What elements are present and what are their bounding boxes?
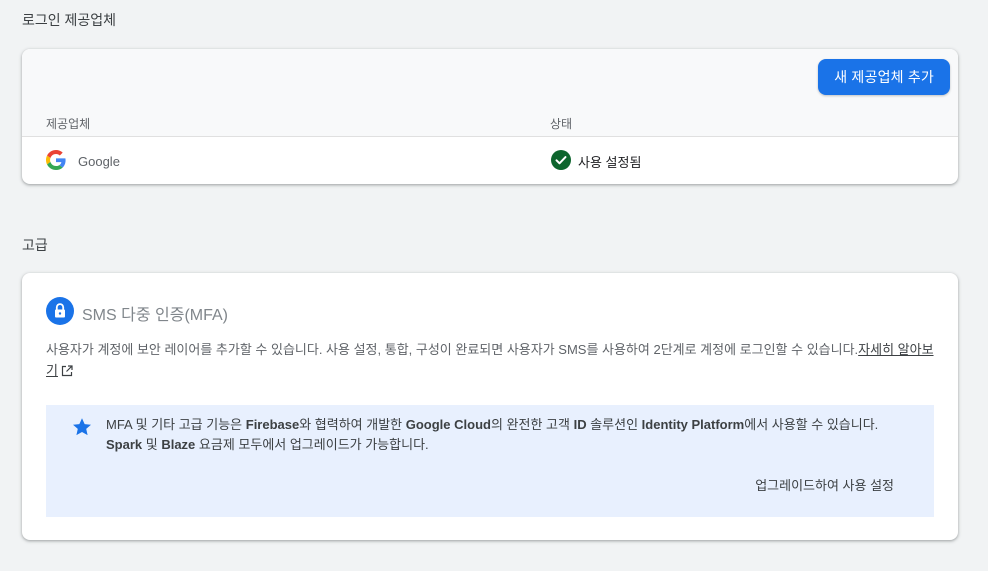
add-provider-button[interactable]: 새 제공업체 추가 (818, 59, 950, 95)
mfa-description: 사용자가 계정에 보안 레이어를 추가할 수 있습니다. 사용 설정, 통합, … (46, 339, 938, 381)
mfa-title: SMS 다중 인증(MFA) (82, 307, 228, 324)
google-logo-icon (46, 150, 66, 170)
lock-icon (46, 297, 74, 325)
promo-text: MFA 및 기타 고급 기능은 Firebase와 협력하여 개발한 Googl… (106, 417, 879, 452)
providers-table-header: 새 제공업체 추가 제공업체 상태 (22, 49, 958, 137)
column-header-provider: 제공업체 (46, 117, 91, 131)
login-providers-title: 로그인 제공업체 (22, 12, 117, 28)
mfa-description-text: 사용자가 계정에 보안 레이어를 추가할 수 있습니다. 사용 설정, 통합, … (46, 342, 859, 357)
upgrade-enable-link[interactable]: 업그레이드하여 사용 설정 (755, 475, 894, 494)
table-row[interactable]: Google 사용 설정됨 (22, 137, 958, 184)
external-link-icon (61, 365, 73, 377)
advanced-title: 고급 (22, 237, 48, 253)
upgrade-promo-banner: MFA 및 기타 고급 기능은 Firebase와 협력하여 개발한 Googl… (46, 405, 934, 517)
provider-name: Google (78, 154, 120, 169)
provider-status: 사용 설정됨 (578, 155, 642, 170)
login-providers-card: 새 제공업체 추가 제공업체 상태 Google 사용 설정됨 (22, 49, 958, 184)
check-circle-icon (551, 150, 571, 170)
star-icon (73, 418, 91, 436)
advanced-card: SMS 다중 인증(MFA) 사용자가 계정에 보안 레이어를 추가할 수 있습… (22, 273, 958, 540)
column-header-status: 상태 (550, 117, 573, 131)
